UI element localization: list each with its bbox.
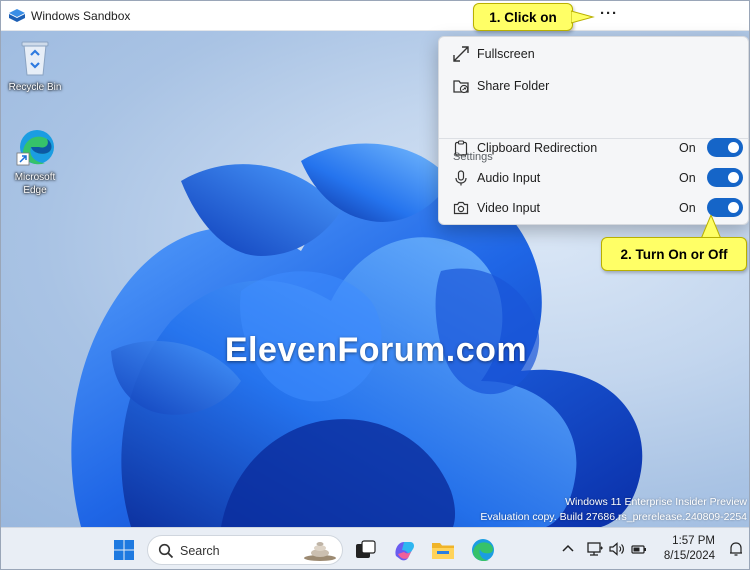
- toggle-knob: [728, 202, 739, 213]
- edge-taskbar-icon[interactable]: [469, 536, 497, 564]
- recycle-bin-icon: [21, 41, 49, 76]
- window-title: Windows Sandbox: [31, 9, 131, 23]
- build-info: Windows 11 Enterprise Insider Preview Ev…: [480, 495, 747, 525]
- options-menu: Fullscreen Share Folder Settings Clipboa…: [438, 36, 749, 225]
- menu-item-label: Fullscreen: [477, 47, 535, 61]
- taskbar: Search 1:57 PM 8/15/2024: [1, 527, 749, 569]
- microphone-icon: [455, 170, 467, 186]
- search-label: Search: [180, 544, 220, 558]
- setting-label: Clipboard Redirection: [477, 141, 598, 155]
- toggle-knob: [728, 172, 739, 183]
- setting-state: On: [679, 171, 696, 185]
- more-options-button[interactable]: ···: [597, 5, 621, 25]
- sandbox-window: Windows Sandbox ··· Recycle Bin Microsof…: [0, 0, 750, 570]
- callout-step-2: 2. Turn On or Off: [601, 237, 747, 271]
- recycle-bin-label: Recycle Bin: [8, 82, 62, 93]
- clock-time: 1:57 PM: [672, 535, 715, 547]
- chevron-up-icon[interactable]: [559, 540, 577, 558]
- volume-icon[interactable]: [608, 540, 626, 558]
- expand-icon: [453, 46, 469, 62]
- build-line-2: Evaluation copy. Build 27686.rs_prerelea…: [480, 511, 747, 523]
- task-view-icon[interactable]: [351, 536, 379, 564]
- notification-bell-icon[interactable]: [727, 540, 745, 558]
- file-explorer-icon[interactable]: [429, 536, 457, 564]
- setting-label: Video Input: [477, 201, 541, 215]
- build-line-1: Windows 11 Enterprise Insider Preview: [565, 496, 747, 508]
- clipboard-icon: [454, 140, 468, 156]
- taskbar-search[interactable]: Search: [147, 535, 343, 565]
- callout-1-arrow: [571, 10, 595, 24]
- setting-state: On: [679, 141, 696, 155]
- share-folder-icon: [453, 80, 469, 94]
- copilot-icon[interactable]: [390, 536, 418, 564]
- edge-icon: [16, 130, 54, 166]
- menu-item-label: Share Folder: [477, 79, 550, 93]
- setting-audio-input: Audio Input On: [445, 163, 744, 193]
- menu-item-share-folder[interactable]: Share Folder: [445, 71, 744, 101]
- toggle-knob: [728, 142, 739, 153]
- sandbox-app-icon: [9, 9, 25, 22]
- recycle-bin-shortcut[interactable]: Recycle Bin: [3, 37, 67, 94]
- callout-2-arrow: [700, 215, 722, 239]
- setting-state: On: [679, 201, 696, 215]
- setting-clipboard-redirection: Clipboard Redirection On: [445, 133, 744, 163]
- title-bar: Windows Sandbox ···: [1, 1, 749, 31]
- battery-icon[interactable]: [630, 540, 648, 558]
- search-icon: [158, 543, 174, 559]
- microsoft-edge-shortcut[interactable]: Microsoft Edge: [3, 127, 67, 197]
- watermark-text: ElevenForum.com: [224, 331, 528, 369]
- start-icon[interactable]: [110, 536, 138, 564]
- setting-label: Audio Input: [477, 171, 541, 185]
- ellipsis-icon: ···: [600, 5, 618, 22]
- taskbar-clock[interactable]: 1:57 PM 8/15/2024: [655, 534, 715, 564]
- audio-input-toggle[interactable]: [707, 168, 743, 187]
- callout-step-1: 1. Click on: [473, 3, 573, 31]
- network-icon[interactable]: [586, 540, 604, 558]
- camera-icon: [453, 201, 469, 215]
- search-highlight-icon: [304, 542, 336, 561]
- clipboard-redirection-toggle[interactable]: [707, 138, 743, 157]
- menu-item-fullscreen[interactable]: Fullscreen: [445, 39, 744, 69]
- clock-date: 8/15/2024: [663, 550, 715, 562]
- microsoft-edge-label: Microsoft Edge: [14, 172, 56, 196]
